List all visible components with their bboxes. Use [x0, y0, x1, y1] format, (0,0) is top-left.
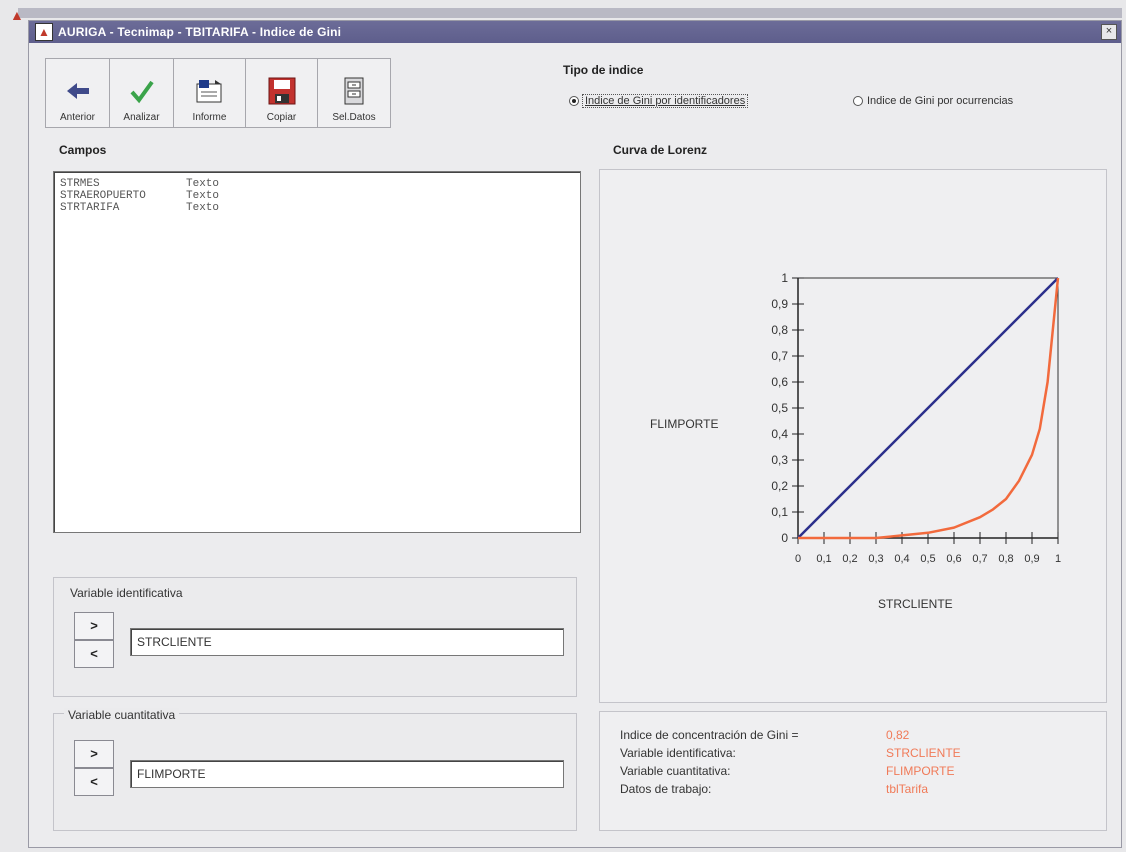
variable-identificativa-field[interactable]: STRCLIENTE [130, 628, 564, 656]
data-cabinet-icon [342, 74, 366, 108]
informe-button[interactable]: Informe [174, 59, 246, 127]
tipo-indice-title: Tipo de indice [563, 63, 644, 77]
x-tick-label: 0,9 [1024, 553, 1039, 565]
stat-cuantitativa-value: FLIMPORTE [886, 764, 955, 778]
y-tick-label: 0,3 [771, 453, 788, 467]
x-tick-label: 0,2 [842, 553, 857, 565]
y-tick-label: 0,9 [771, 297, 788, 311]
report-icon [195, 74, 225, 108]
radio-unselected-icon [853, 96, 863, 106]
list-item[interactable]: STRTARIFA Texto [54, 202, 580, 214]
x-tick-label: 0,7 [972, 553, 987, 565]
gini-window: ▲ AURIGA - Tecnimap - TBITARIFA - Indice… [28, 20, 1122, 848]
sel-datos-label: Sel.Datos [332, 112, 376, 123]
checkmark-icon [129, 74, 155, 108]
remove-identificativa-button[interactable]: < [74, 640, 114, 668]
close-button[interactable]: × [1101, 24, 1117, 40]
lorenz-chart: 0 0,1 0,2 0,3 0,4 0,5 0,6 0,7 0,8 0,9 1 0 0,1 0,2 0,3 0… [650, 271, 1061, 611]
stat-datos-label: Datos de trabajo: [620, 782, 712, 796]
analizar-label: Analizar [123, 112, 160, 123]
y-tick-label: 0,6 [771, 375, 788, 389]
title-bar: ▲ AURIGA - Tecnimap - TBITARIFA - Indice… [29, 21, 1121, 43]
auriga-logo-icon: ▲ [35, 23, 53, 41]
radio-selected-icon [569, 96, 579, 106]
add-cuantitativa-button[interactable]: > [74, 740, 114, 768]
x-tick-label: 0 [795, 553, 801, 565]
field-type: Texto [186, 202, 220, 214]
variable-cuantitativa-label: Variable cuantitativa [64, 708, 180, 722]
gini-ocurrencias-label: Indice de Gini por ocurrencias [867, 95, 1014, 107]
campos-title: Campos [59, 143, 107, 157]
field-name: STRTARIFA [60, 202, 120, 214]
sel-datos-button[interactable]: Sel.Datos [318, 59, 390, 127]
x-tick-label: 0,5 [920, 553, 935, 565]
x-tick-label: 0,8 [998, 553, 1013, 565]
copiar-label: Copiar [266, 112, 297, 123]
gini-ocurrencias-option[interactable]: Indice de Gini por ocurrencias [853, 95, 1013, 107]
x-tick-label: 0,3 [868, 553, 883, 565]
anterior-button[interactable]: Anterior [46, 59, 110, 127]
back-arrow-icon [65, 74, 91, 108]
y-tick-label: 0 [781, 531, 788, 545]
list-item[interactable]: STRMES Texto [54, 178, 580, 190]
informe-label: Informe [192, 112, 227, 123]
campos-list[interactable]: STRMES Texto STRAEROPUERTO Texto STRTARI… [53, 171, 581, 533]
equality-line [797, 277, 1059, 539]
variable-cuantitativa-group: Variable cuantitativa > < FLIMPORTE [53, 708, 577, 831]
tipo-indice-group: Tipo de indice Indice de Gini por identi… [563, 63, 1113, 123]
lorenz-title: Curva de Lorenz [613, 143, 708, 157]
y-tick-label: 0,2 [771, 479, 788, 493]
x-axis-label: STRCLIENTE [878, 597, 953, 611]
x-tick-label: 0,6 [946, 553, 961, 565]
y-tick-label: 1 [781, 271, 788, 285]
y-tick-label: 0,1 [771, 505, 788, 519]
stat-identificativa-label: Variable identificativa: [620, 746, 736, 760]
list-item[interactable]: STRAEROPUERTO Texto [54, 190, 580, 202]
field-name: STRAEROPUERTO [60, 190, 146, 202]
variable-identificativa-label: Variable identificativa [70, 586, 183, 600]
y-tick-label: 0,7 [771, 349, 788, 363]
gini-index-value: 0,82 [886, 728, 910, 742]
x-tick-label: 0,4 [894, 553, 909, 565]
gini-index-label: Indice de concentración de Gini = [620, 728, 799, 742]
gini-stats-panel: Indice de concentración de Gini = 0,82 V… [599, 711, 1107, 831]
stat-cuantitativa-label: Variable cuantitativa: [620, 764, 731, 778]
add-identificativa-button[interactable]: > [74, 612, 114, 640]
background-window-strip [18, 8, 1122, 18]
field-type: Texto [186, 190, 220, 202]
y-axis-label: FLIMPORTE [650, 417, 718, 431]
field-name: STRMES [60, 178, 100, 190]
floppy-disk-icon [267, 74, 297, 108]
x-tick-label: 1 [1055, 553, 1061, 565]
anterior-label: Anterior [59, 112, 95, 123]
analizar-button[interactable]: Analizar [110, 59, 174, 127]
app-logo-icon: ▲ [10, 7, 24, 23]
lorenz-panel: 0 0,1 0,2 0,3 0,4 0,5 0,6 0,7 0,8 0,9 1 0 0,1 0,2 0,3 0… [599, 169, 1107, 703]
copiar-button[interactable]: Copiar [246, 59, 318, 127]
y-tick-label: 0,8 [771, 323, 788, 337]
y-tick-label: 0,5 [771, 401, 788, 415]
y-tick-label: 0,4 [771, 427, 788, 441]
gini-identificadores-option[interactable]: Indice de Gini por identificadores [569, 94, 749, 108]
variable-cuantitativa-field[interactable]: FLIMPORTE [130, 760, 564, 788]
gini-identificadores-label: Indice de Gini por identificadores [581, 94, 749, 108]
x-tick-label: 0,1 [816, 553, 831, 565]
stat-datos-value: tblTarifa [886, 782, 929, 796]
variable-identificativa-group: Variable identificativa > < STRCLIENTE [53, 577, 577, 697]
stat-identificativa-value: STRCLIENTE [886, 746, 961, 760]
remove-cuantitativa-button[interactable]: < [74, 768, 114, 796]
toolbar: Anterior Analizar Informe Copiar Sel.Dat… [45, 58, 391, 128]
window-title: AURIGA - Tecnimap - TBITARIFA - Indice d… [58, 25, 342, 39]
field-type: Texto [186, 178, 220, 190]
